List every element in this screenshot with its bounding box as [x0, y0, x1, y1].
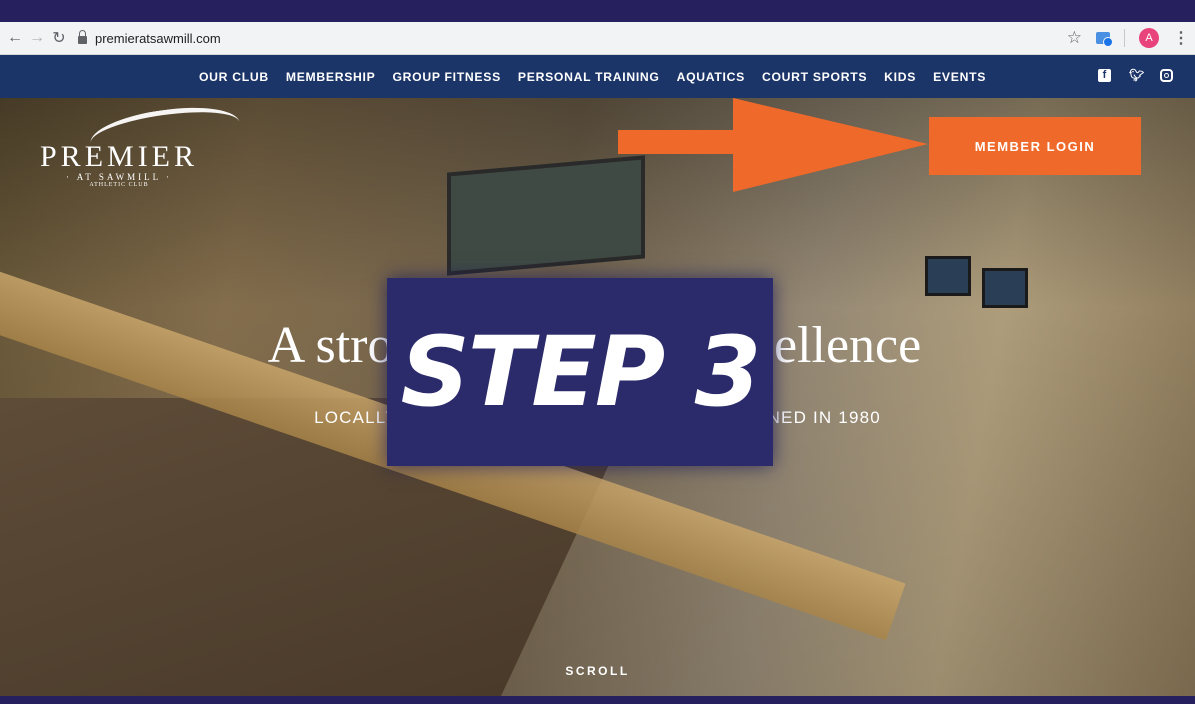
profile-avatar[interactable]: A: [1139, 28, 1159, 48]
hero-section: PREMIER · AT SAWMILL · ATHLETIC CLUB MEM…: [0, 98, 1195, 696]
annotation-arrow-icon: [618, 98, 928, 192]
toolbar-divider: [1124, 29, 1125, 47]
logo-sub2: ATHLETIC CLUB: [89, 182, 149, 188]
chevron-down-icon[interactable]: ⌄: [584, 688, 596, 696]
hero-screen-graphic: [447, 155, 645, 276]
step-overlay-label: STEP 3: [387, 278, 773, 466]
nav-our-club[interactable]: OUR CLUB: [199, 70, 269, 84]
nav-events[interactable]: EVENTS: [933, 70, 986, 84]
back-icon[interactable]: ←: [4, 29, 26, 47]
browser-toolbar: ← → ↻ premieratsawmill.com ☆ A ⋮: [0, 22, 1195, 55]
nav-membership[interactable]: MEMBERSHIP: [286, 70, 376, 84]
nav-personal-training[interactable]: PERSONAL TRAINING: [518, 70, 660, 84]
extension-icon[interactable]: [1096, 32, 1113, 47]
star-icon[interactable]: ☆: [1067, 28, 1082, 48]
forward-icon[interactable]: →: [26, 29, 48, 47]
site-navigation: OUR CLUB MEMBERSHIP GROUP FITNESS PERSON…: [0, 55, 1195, 98]
scroll-label[interactable]: SCROLL: [0, 664, 1195, 678]
hero-tv-graphic: [925, 256, 971, 296]
nav-group-fitness[interactable]: GROUP FITNESS: [392, 70, 500, 84]
tagline-right: ENED IN 1980: [755, 408, 881, 427]
url-text: premieratsawmill.com: [95, 30, 221, 46]
address-bar[interactable]: premieratsawmill.com: [78, 30, 221, 46]
site-logo[interactable]: PREMIER · AT SAWMILL · ATHLETIC CLUB: [40, 99, 243, 188]
menu-icon[interactable]: ⋮: [1173, 28, 1189, 48]
instagram-icon[interactable]: [1160, 69, 1173, 82]
facebook-icon[interactable]: f: [1098, 69, 1111, 82]
lock-icon: [78, 30, 87, 44]
nav-kids[interactable]: KIDS: [884, 70, 916, 84]
reload-icon[interactable]: ↻: [48, 28, 70, 48]
hero-tv-graphic: [982, 268, 1028, 308]
twitter-icon[interactable]: 🐦︎: [1129, 69, 1144, 82]
nav-aquatics[interactable]: AQUATICS: [677, 70, 745, 84]
member-login-button[interactable]: MEMBER LOGIN: [929, 117, 1141, 175]
nav-court-sports[interactable]: COURT SPORTS: [762, 70, 867, 84]
